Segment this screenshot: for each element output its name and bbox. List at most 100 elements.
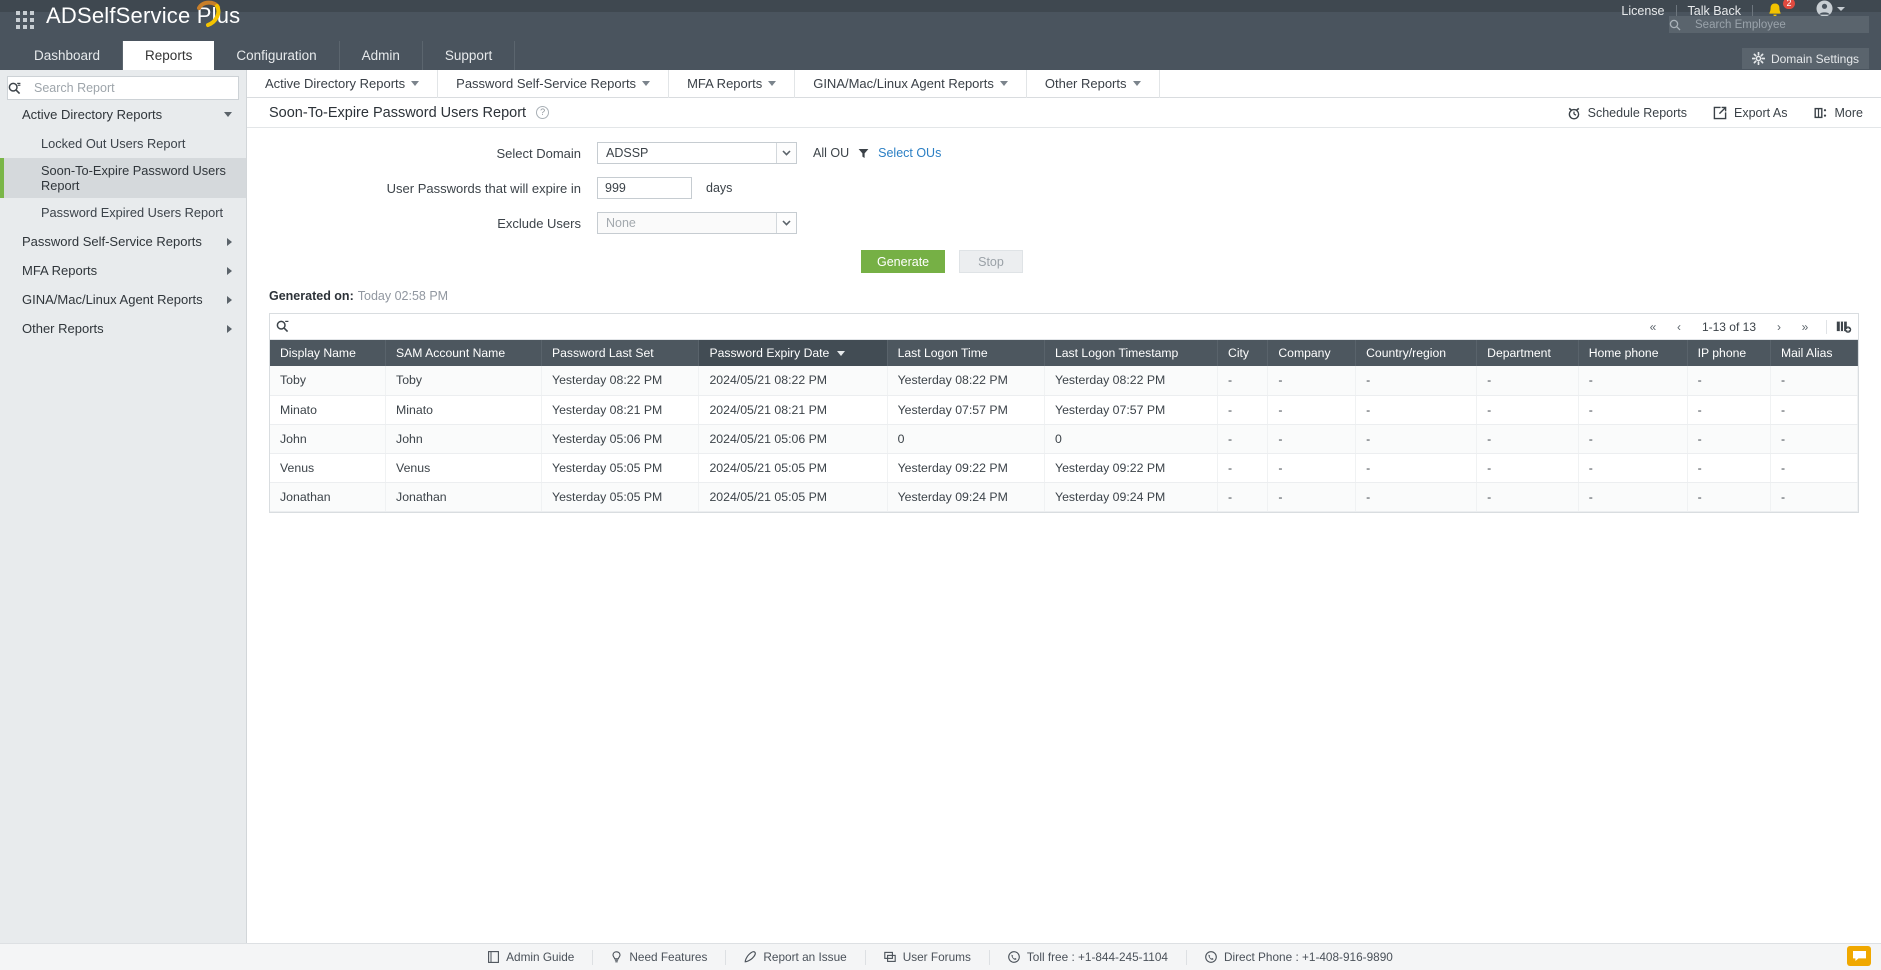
domain-settings-button[interactable]: Domain Settings	[1742, 48, 1869, 69]
table-row[interactable]: JohnJohnYesterday 05:06 PM2024/05/21 05:…	[270, 424, 1858, 453]
subnav-item-label: GINA/Mac/Linux Agent Reports	[813, 76, 994, 91]
search-employee-input[interactable]	[1695, 19, 1869, 31]
footer-item-2[interactable]: Report an Issue	[726, 950, 865, 965]
tab-admin[interactable]: Admin	[340, 41, 423, 70]
column-header-2[interactable]: Password Last Set	[542, 340, 699, 366]
footer-item-label: Need Features	[629, 950, 707, 964]
table-head: Display NameSAM Account Name Password Las…	[270, 340, 1858, 366]
next-page-button[interactable]: ›	[1766, 318, 1792, 336]
expire-days-input[interactable]	[597, 177, 692, 199]
column-header-3[interactable]: Password Expiry Date	[699, 340, 887, 366]
table-cell: -	[1477, 395, 1579, 424]
table-body: TobyTobyYesterday 08:22 PM2024/05/21 08:…	[270, 366, 1858, 511]
table-cell: -	[1356, 395, 1477, 424]
footer-item-4[interactable]: Toll free : +1-844-245-1104	[990, 950, 1187, 965]
table-header-row: Display NameSAM Account Name Password Las…	[270, 340, 1858, 366]
footer-item-1[interactable]: Need Features	[593, 950, 726, 965]
sidebar-item-2[interactable]: Password Expired Users Report	[0, 198, 246, 227]
report-search-box[interactable]	[7, 76, 239, 100]
tab-reports[interactable]: Reports	[123, 41, 214, 70]
footer-item-label: User Forums	[903, 950, 971, 964]
user-avatar-menu[interactable]	[1816, 0, 1845, 17]
table-cell: -	[1477, 424, 1579, 453]
column-header-9[interactable]: Department	[1477, 340, 1579, 366]
exclude-users-row: Exclude Users None	[247, 212, 1881, 234]
footer-item-0[interactable]: Admin Guide	[470, 950, 593, 965]
column-header-label: Company	[1278, 346, 1330, 360]
column-header-11[interactable]: IP phone	[1687, 340, 1770, 366]
days-suffix-label: days	[706, 181, 732, 195]
stop-button[interactable]: Stop	[959, 250, 1023, 273]
table-cell: -	[1771, 366, 1858, 395]
column-header-5[interactable]: Last Logon Timestamp	[1045, 340, 1218, 366]
license-link[interactable]: License	[1610, 4, 1675, 18]
table-search-icon[interactable]	[276, 320, 298, 333]
employee-search-box[interactable]	[1669, 16, 1869, 33]
select-ous-link[interactable]: Select OUs	[878, 146, 941, 160]
last-page-button[interactable]: »	[1792, 318, 1818, 336]
subnav-item-0[interactable]: Active Directory Reports	[247, 70, 438, 98]
apps-grid-icon[interactable]	[14, 9, 36, 31]
schedule-reports-button[interactable]: Schedule Reports	[1567, 106, 1687, 120]
chat-support-button[interactable]	[1847, 946, 1871, 966]
table-cell: -	[1687, 395, 1770, 424]
table-cell: Toby	[386, 366, 542, 395]
first-page-button[interactable]: «	[1640, 318, 1666, 336]
subnav-item-4[interactable]: Other Reports	[1027, 70, 1160, 98]
subnav-item-1[interactable]: Password Self-Service Reports	[438, 70, 669, 98]
table-cell: Minato	[270, 395, 386, 424]
search-report-input[interactable]	[34, 81, 238, 95]
funnel-icon[interactable]	[858, 148, 869, 159]
export-as-button[interactable]: Export As	[1713, 106, 1788, 120]
sidebar-group-4[interactable]: Other Reports	[0, 314, 246, 343]
tab-configuration[interactable]: Configuration	[214, 41, 339, 70]
table-row[interactable]: VenusVenusYesterday 05:05 PM2024/05/21 0…	[270, 453, 1858, 482]
table-cell: -	[1687, 453, 1770, 482]
column-header-4[interactable]: Last Logon Time	[887, 340, 1044, 366]
sidebar-item-0[interactable]: Locked Out Users Report	[0, 129, 246, 158]
column-header-6[interactable]: City	[1218, 340, 1268, 366]
table-cell: Yesterday 08:22 PM	[1045, 366, 1218, 395]
table-cell: 0	[887, 424, 1044, 453]
help-icon[interactable]: ?	[536, 106, 549, 119]
footer-item-3[interactable]: User Forums	[866, 950, 990, 965]
table-row[interactable]: TobyTobyYesterday 08:22 PM2024/05/21 08:…	[270, 366, 1858, 395]
column-header-7[interactable]: Company	[1268, 340, 1356, 366]
footer-item-5[interactable]: Direct Phone : +1-408-916-9890	[1187, 950, 1411, 965]
subnav-item-2[interactable]: MFA Reports	[669, 70, 795, 98]
table-row[interactable]: MinatoMinatoYesterday 08:21 PM2024/05/21…	[270, 395, 1858, 424]
table-cell: Yesterday 09:22 PM	[887, 453, 1044, 482]
column-header-8[interactable]: Country/region	[1356, 340, 1477, 366]
table-cell: -	[1218, 366, 1268, 395]
column-header-12[interactable]: Mail Alias	[1771, 340, 1858, 366]
table-cell: 0	[1045, 424, 1218, 453]
tab-support[interactable]: Support	[423, 41, 515, 70]
column-header-10[interactable]: Home phone	[1578, 340, 1687, 366]
column-header-1[interactable]: SAM Account Name	[386, 340, 542, 366]
exclude-users-dropdown[interactable]: None	[597, 212, 797, 234]
sidebar-group-3[interactable]: GINA/Mac/Linux Agent Reports	[0, 285, 246, 314]
sidebar-group-1[interactable]: Password Self-Service Reports	[0, 227, 246, 256]
results-table-container: « ‹ 1-13 of 13 › » Display NameSAM Accou…	[269, 313, 1859, 513]
avatar-icon	[1816, 0, 1833, 17]
subnav-item-3[interactable]: GINA/Mac/Linux Agent Reports	[795, 70, 1027, 98]
sidebar-group-0[interactable]: Active Directory Reports	[0, 100, 246, 129]
top-header-bar: ADSelfService Plus License Talk Back 2	[0, 0, 1881, 70]
add-column-icon[interactable]	[1826, 320, 1852, 334]
column-header-0[interactable]: Display Name	[270, 340, 386, 366]
column-header-label: Password Last Set	[552, 346, 654, 360]
more-button[interactable]: More	[1814, 106, 1863, 120]
chevron-down-icon[interactable]	[776, 213, 796, 233]
chevron-down-icon[interactable]	[776, 143, 796, 163]
sidebar-group-2[interactable]: MFA Reports	[0, 256, 246, 285]
select-domain-dropdown[interactable]: ADSSP	[597, 142, 797, 164]
header-top-strip	[0, 0, 1881, 12]
table-row[interactable]: JonathanJonathanYesterday 05:05 PM2024/0…	[270, 482, 1858, 511]
sidebar-item-1[interactable]: Soon-To-Expire Password Users Report	[0, 158, 246, 198]
prev-page-button[interactable]: ‹	[1666, 318, 1692, 336]
tab-dashboard[interactable]: Dashboard	[12, 41, 123, 70]
table-cell: Yesterday 07:57 PM	[887, 395, 1044, 424]
generate-button[interactable]: Generate	[861, 250, 945, 273]
table-cell: Yesterday 09:22 PM	[1045, 453, 1218, 482]
table-cell: -	[1477, 453, 1579, 482]
